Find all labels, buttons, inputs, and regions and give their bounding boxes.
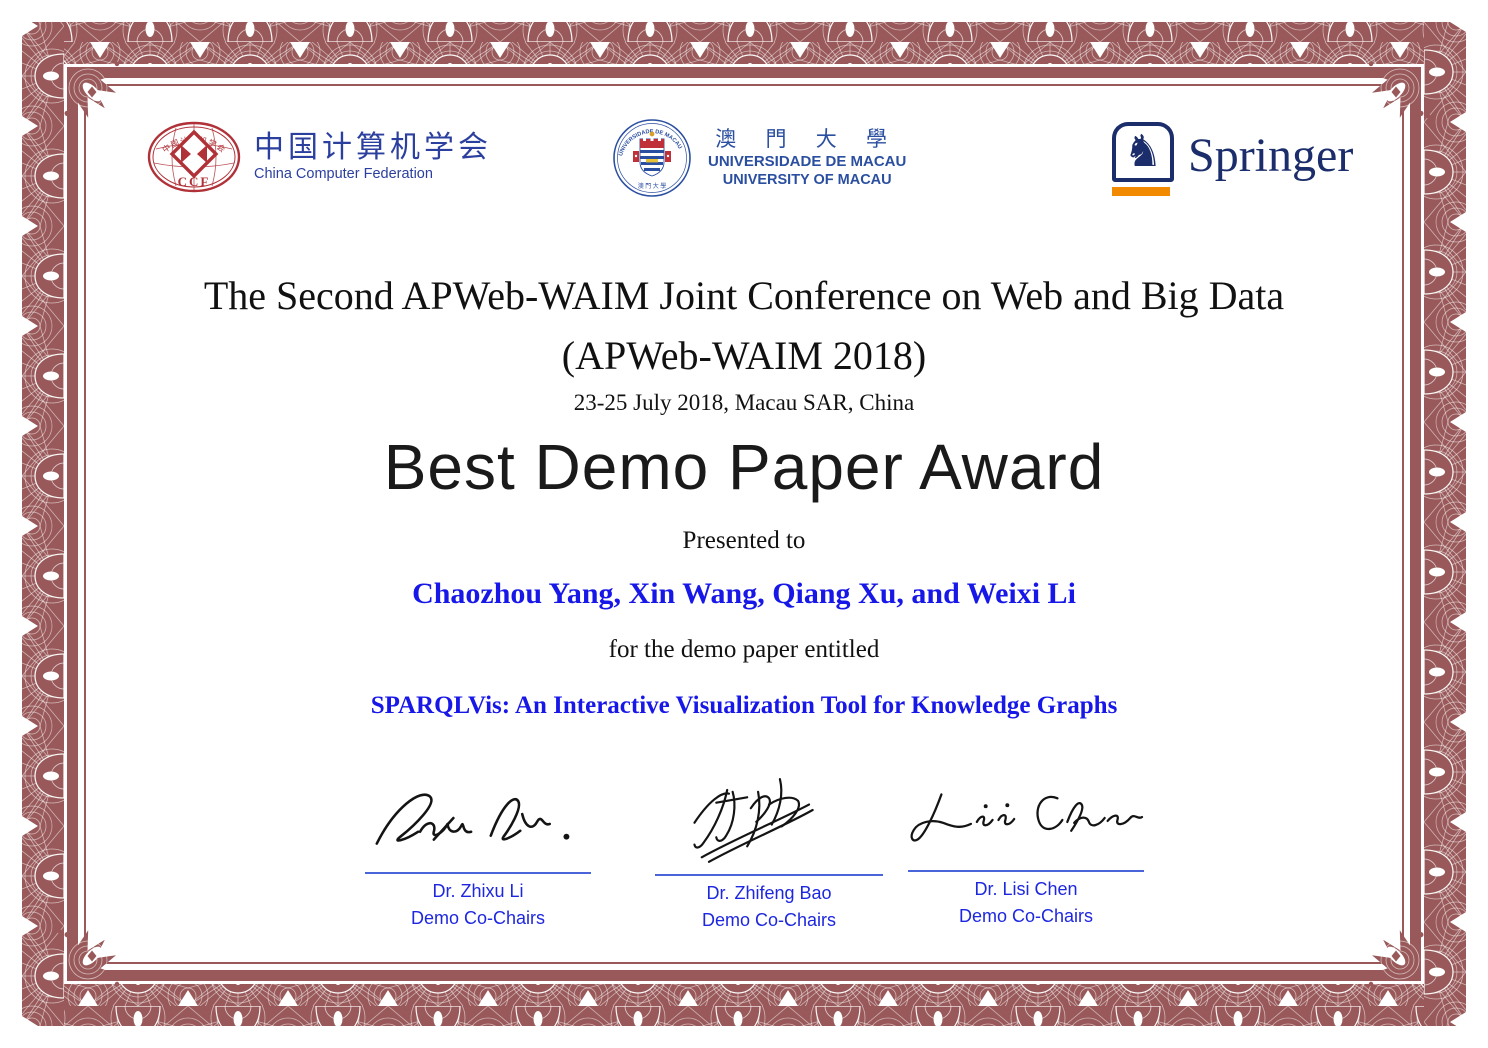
signature-line bbox=[655, 874, 883, 876]
signatory-name: Dr. Zhixu Li bbox=[365, 881, 591, 902]
ccf-logo: 中国计算机学会 CCF 中国计算机学会 China Computer Feder… bbox=[146, 118, 492, 196]
conference-date-location: 23-25 July 2018, Macau SAR, China bbox=[90, 390, 1398, 416]
conference-title-line2: (APWeb-WAIM 2018) bbox=[90, 332, 1398, 379]
paper-intro-label: for the demo paper entitled bbox=[90, 636, 1398, 664]
conference-title-line1: The Second APWeb-WAIM Joint Conference o… bbox=[90, 272, 1398, 319]
ccf-emblem-text: CCF bbox=[178, 174, 211, 189]
signatory-role: Demo Co-Chairs bbox=[365, 908, 591, 929]
signature-line bbox=[908, 870, 1144, 872]
signatory-role: Demo Co-Chairs bbox=[655, 910, 883, 931]
certificate-page: 中国计算机学会 CCF 中国计算机学会 China Computer Feder… bbox=[0, 0, 1488, 1048]
signatory-name: Dr. Lisi Chen bbox=[908, 879, 1144, 900]
presented-to-label: Presented to bbox=[90, 527, 1398, 555]
ccf-emblem-icon: 中国计算机学会 CCF bbox=[146, 118, 242, 196]
paper-title: SPARQLVis: An Interactive Visualization … bbox=[90, 692, 1398, 720]
springer-logo: ♞ Springer bbox=[1112, 122, 1353, 196]
signature-block-zhifeng-bao: Dr. Zhifeng Bao Demo Co-Chairs bbox=[655, 770, 883, 931]
knight-glyph: ♞ bbox=[1123, 130, 1162, 174]
signature-block-lisi-chen: Dr. Lisi Chen Demo Co-Chairs bbox=[908, 770, 1144, 927]
signature-image-zhifeng-bao bbox=[664, 770, 874, 870]
um-portuguese-name: UNIVERSIDADE DE MACAU bbox=[708, 153, 906, 172]
um-seal-bottom-text: 澳 門 大 學 bbox=[638, 182, 667, 190]
ccf-english-name: China Computer Federation bbox=[254, 167, 492, 183]
signature-line bbox=[365, 872, 591, 874]
um-seal-icon: UNIVERSIDADE DE MACAU 澳 門 大 學 bbox=[612, 118, 692, 198]
university-of-macau-logo: UNIVERSIDADE DE MACAU 澳 門 大 學 澳 門 大 學 UN… bbox=[612, 118, 906, 198]
springer-wordmark: Springer bbox=[1188, 128, 1353, 183]
springer-knight-icon: ♞ bbox=[1112, 122, 1174, 182]
signatory-role: Demo Co-Chairs bbox=[908, 906, 1144, 927]
signatory-name: Dr. Zhifeng Bao bbox=[655, 883, 883, 904]
signature-image-zhixu-li bbox=[365, 770, 591, 868]
signature-image-lisi-chen bbox=[908, 770, 1144, 866]
signature-block-zhixu-li: Dr. Zhixu Li Demo Co-Chairs bbox=[365, 770, 591, 929]
recipient-names: Chaozhou Yang, Xin Wang, Qiang Xu, and W… bbox=[90, 577, 1398, 611]
um-chinese-name: 澳 門 大 學 bbox=[715, 126, 899, 152]
ccf-chinese-name: 中国计算机学会 bbox=[254, 131, 492, 164]
um-english-name: UNIVERSITY OF MACAU bbox=[723, 171, 892, 189]
springer-orange-bar bbox=[1112, 187, 1170, 196]
award-title: Best Demo Paper Award bbox=[90, 430, 1398, 504]
